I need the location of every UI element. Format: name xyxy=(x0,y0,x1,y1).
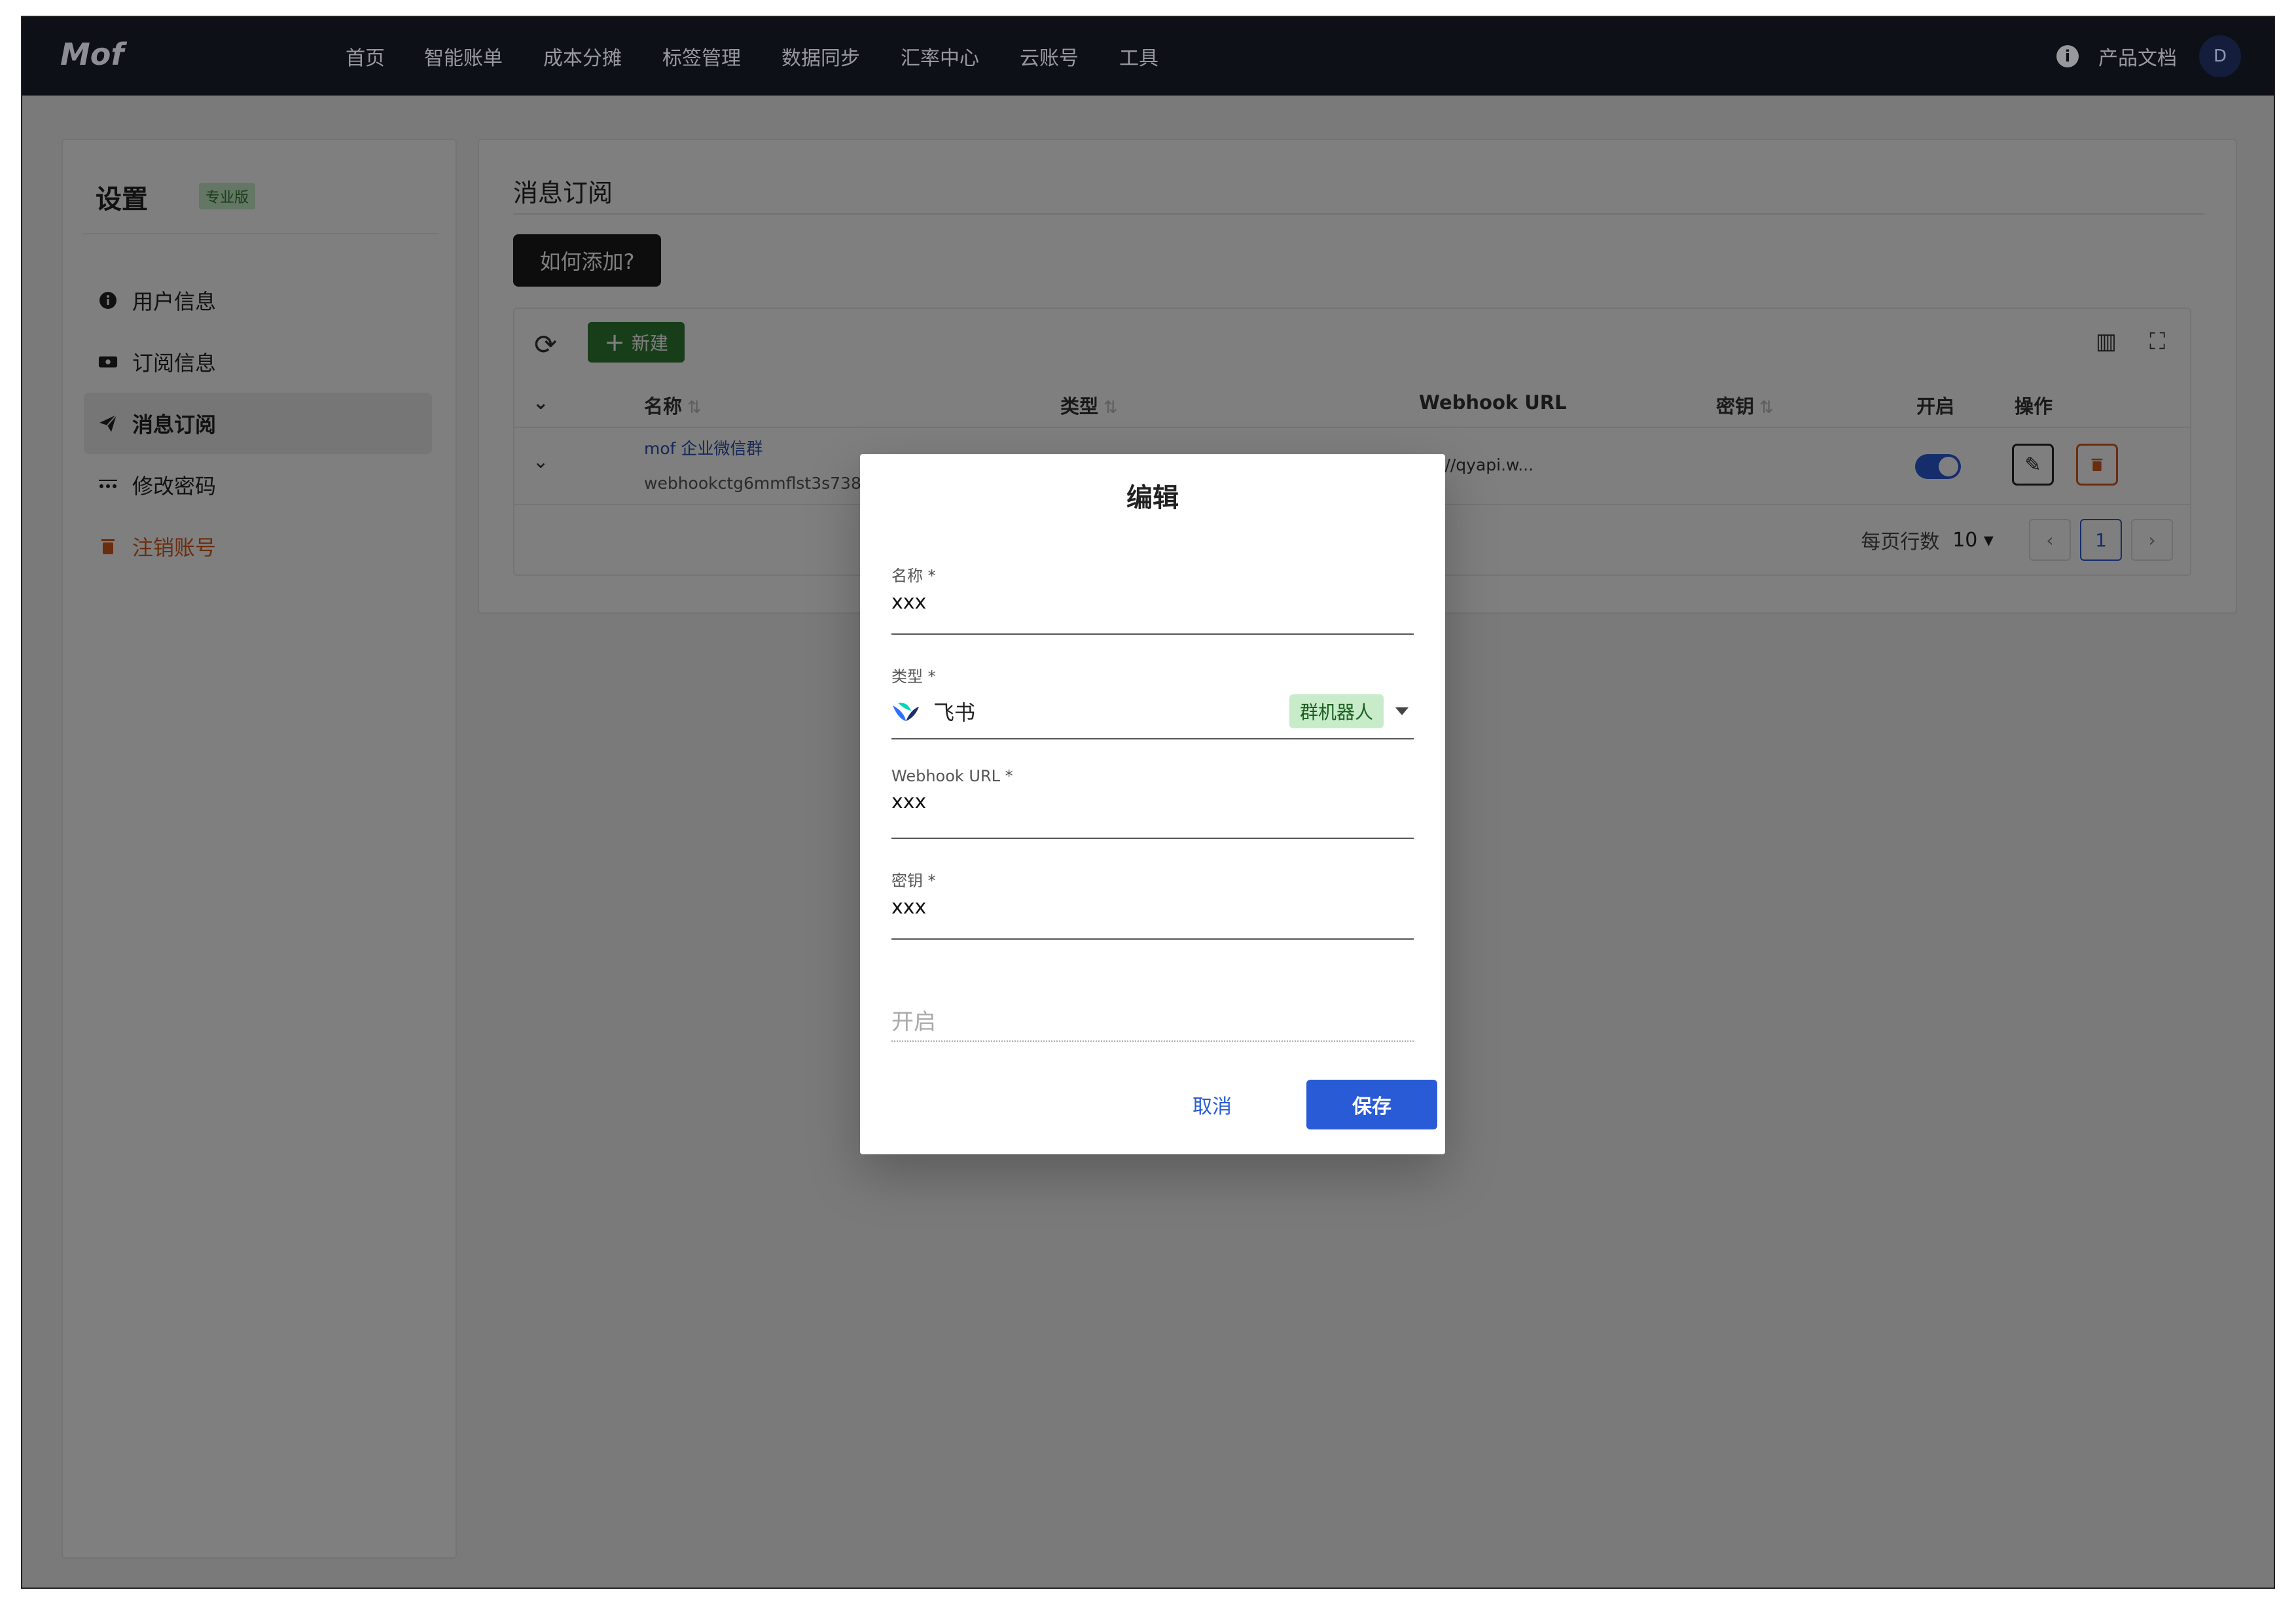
secret-field[interactable]: 密钥 * xxx xyxy=(891,868,1414,940)
enabled-field[interactable]: 开启 xyxy=(891,999,1414,1042)
dialog-title: 编辑 xyxy=(1126,483,1179,513)
name-field-value[interactable]: xxx xyxy=(891,591,1414,617)
app-window: Mof 首页 智能账单 成本分摊 标签管理 数据同步 汇率中心 云账号 工具 i… xyxy=(21,16,2275,1589)
name-field-label: 名称 * xyxy=(891,567,936,585)
type-select-value[interactable]: 飞书 群机器人 xyxy=(891,693,1414,730)
type-value: 飞书 xyxy=(933,700,976,725)
cancel-button[interactable]: 取消 xyxy=(1166,1080,1258,1129)
name-field[interactable]: 名称 * xxx xyxy=(891,563,1414,635)
edit-dialog: 编辑 名称 * xxx 类型 * 飞书 群机器人 Webhook URL * x… xyxy=(860,454,1445,1154)
modal-backdrop-top xyxy=(22,17,2274,96)
webhook-field-label: Webhook URL * xyxy=(891,767,1013,785)
feishu-icon xyxy=(893,702,919,721)
type-field-label: 类型 * xyxy=(891,667,936,686)
chevron-down-icon[interactable] xyxy=(1395,707,1408,715)
secret-field-label: 密钥 * xyxy=(891,872,936,890)
group-bot-tag: 群机器人 xyxy=(1289,694,1384,728)
webhook-field-value[interactable]: xxx xyxy=(891,790,1414,817)
save-button[interactable]: 保存 xyxy=(1306,1080,1437,1129)
webhook-url-field[interactable]: Webhook URL * xxx xyxy=(891,767,1414,839)
type-select[interactable]: 类型 * 飞书 群机器人 xyxy=(891,664,1414,739)
enabled-field-label: 开启 xyxy=(891,1009,936,1035)
secret-field-value[interactable]: xxx xyxy=(891,896,1414,922)
